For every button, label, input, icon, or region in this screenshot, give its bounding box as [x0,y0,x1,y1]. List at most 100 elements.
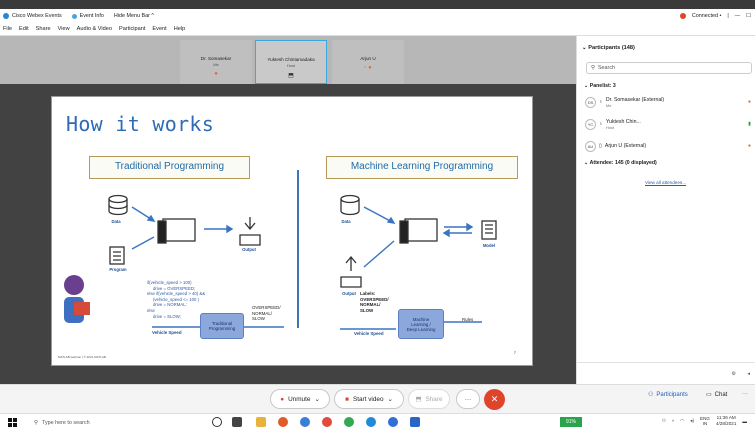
clock[interactable]: 11:36 AM 4/28/2021 [716,415,736,427]
notification-icon[interactable]: ▬ [742,419,747,424]
ml-labels: Labels: OVERSPEED/ NORMAL/ SLOW [360,291,389,313]
taskbar-search-input[interactable]: ⚲ Type here to search [34,416,194,429]
menu-bar: File Edit Share View Audio & Video Parti… [0,23,755,36]
windows-start-icon[interactable] [8,418,17,427]
tray-chevron-icon[interactable]: ^ [672,419,674,424]
label-model: Model [482,243,496,248]
avatar: YC [585,118,596,130]
windows-taskbar: ⚲ Type here to search 91% ⚇ ^ ◠ ◂) ENG I… [0,413,755,430]
label-program: Program [109,267,127,272]
rules-label: Rules [462,317,474,322]
menu-participant[interactable]: Participant [119,26,145,32]
connection-status[interactable]: Connected • [679,13,721,19]
overflow-menu-button[interactable]: ··· [742,391,748,397]
phone-icon: ▯ [599,143,602,149]
minimize-button[interactable]: — [735,13,740,19]
vehicle-speed-label: Vehicle Speed [152,330,182,335]
avatar: AU [585,140,596,152]
battery-indicator[interactable]: 91% [560,417,582,427]
wifi-icon[interactable]: ◠ [680,418,684,424]
output-categories: OVERSPEED/ NORMAL/ SLOW [252,305,281,322]
chevron-down-icon: ⌄ [314,396,320,403]
app-icon[interactable] [344,417,354,427]
label-output: Output [242,247,256,252]
webex-window: Cisco Webex Events Event Info Hide Menu … [0,0,755,430]
label-data-ml: Data [341,219,351,224]
chrome-icon[interactable] [322,417,332,427]
code-snippet: if(vehicle_speed > 100) drive = OVERSPEE… [147,280,206,319]
search-icon: ⚲ [591,65,595,71]
chat-icon: ▭ [706,392,712,398]
event-info-button[interactable]: Event Info [71,13,104,19]
muted-mic-icon: ● [214,71,218,77]
participants-icon: ⚇ [648,392,654,398]
menu-event[interactable]: Event [152,26,166,32]
participant-row[interactable]: AU ▯ Arjun U (External) ● [585,138,753,154]
hide-menu-bar-button[interactable]: Hide Menu Bar ^ [114,13,154,19]
presentation-slide: How it works Traditional Programming Mac… [51,96,533,366]
chat-toggle[interactable]: ▭ Chat [706,391,727,399]
view-all-attendees-link[interactable]: View all attendees... [645,180,686,185]
menu-help[interactable]: Help [174,26,186,32]
mic-icon: ♁ [599,121,603,127]
leave-meeting-button[interactable]: ✕ [484,389,505,410]
mic-icon: ♁ [599,99,603,105]
menu-edit[interactable]: Edit [19,26,29,32]
people-icon[interactable]: ⚇ [662,418,666,424]
presenter-illustration [64,275,90,323]
webex-taskbar-icon[interactable] [366,417,376,427]
connection-icon [679,13,686,19]
menu-share[interactable]: Share [36,26,51,32]
avatar: DS [585,96,596,108]
attendee-section-header[interactable]: ⌄ Attendee: 145 (0 displayed) [584,160,657,166]
participants-header[interactable]: ⌄ Participants (148) [582,45,635,51]
edge-icon[interactable] [300,417,310,427]
close-icon: ✕ [490,394,499,404]
cortana-icon[interactable] [212,417,222,427]
video-tile-somasekar[interactable]: Dr. Somasekar Me ● [180,40,252,84]
share-button[interactable]: ⬒ Share [408,389,450,409]
volume-icon[interactable]: ◂) [690,418,694,424]
muted-mic-icon: ● [747,143,751,149]
slide-page-number: 7 [513,350,516,355]
sharing-icon: ⬒ [288,73,294,79]
muted-mic-icon: ▫ ● [364,65,372,71]
audio-active-icon: ▮ [748,121,751,127]
participant-row[interactable]: YC ♁ Yuktesh Chin... Host ▮ [585,116,753,132]
traditional-programming-box: Traditional Programming [200,313,244,339]
video-off-icon: ■ [345,395,349,403]
task-view-icon[interactable] [232,417,242,427]
menu-file[interactable]: File [3,26,12,32]
app-icon[interactable] [278,417,288,427]
participants-toggle[interactable]: ⚇ Participants [648,391,688,399]
maximize-button[interactable]: ☐ [746,13,751,19]
panel-settings-icon[interactable]: ⚙ [732,371,736,377]
unmute-button[interactable]: ● Unmute ⌄ [270,389,330,409]
chevron-down-icon: ⌄ [387,396,393,403]
word-icon[interactable] [410,417,420,427]
participants-panel: ⌄ Participants (148) ⚲ Search ⌄ Panelist… [576,36,755,384]
file-explorer-icon[interactable] [256,417,266,427]
participant-row[interactable]: DS ♁ Dr. Somasekar (External) Me ● [585,94,753,110]
video-tile-arjun[interactable]: Arjun U ▫ ● [332,40,404,84]
panel-audio-icon[interactable]: ◂ [747,371,750,377]
muted-mic-icon: ● [280,395,285,403]
shared-content-stage[interactable]: How it works Traditional Programming Mac… [0,84,576,384]
participant-search-input[interactable]: ⚲ Search [586,62,752,74]
language-indicator[interactable]: ENG IN [700,416,710,426]
start-video-button[interactable]: ■ Start video ⌄ [334,389,404,409]
muted-mic-icon: ● [747,99,751,105]
label-data: Data [111,219,121,224]
menu-audio-video[interactable]: Audio & Video [77,26,112,32]
meeting-controls: ● Unmute ⌄ ■ Start video ⌄ ⬒ Share ··· ✕… [0,384,755,413]
system-tray: ⚇ ^ ◠ ◂) ENG IN 11:36 AM 4/28/2021 ▬ [662,415,747,427]
panelist-section-header[interactable]: ⌄ Panelist: 3 [584,83,616,89]
menu-view[interactable]: View [58,26,70,32]
info-icon [71,13,77,19]
app-icon[interactable] [388,417,398,427]
video-tile-yuktesh[interactable]: Yuktesh Chintamadaka Host ⬒ [255,40,327,84]
more-options-button[interactable]: ··· [456,389,480,409]
flow-diagram [64,194,497,330]
slide-footer: MATLAB webinar | © 2021 MATLAB [58,355,106,359]
panel-footer: ⚙ ◂ [577,362,755,384]
